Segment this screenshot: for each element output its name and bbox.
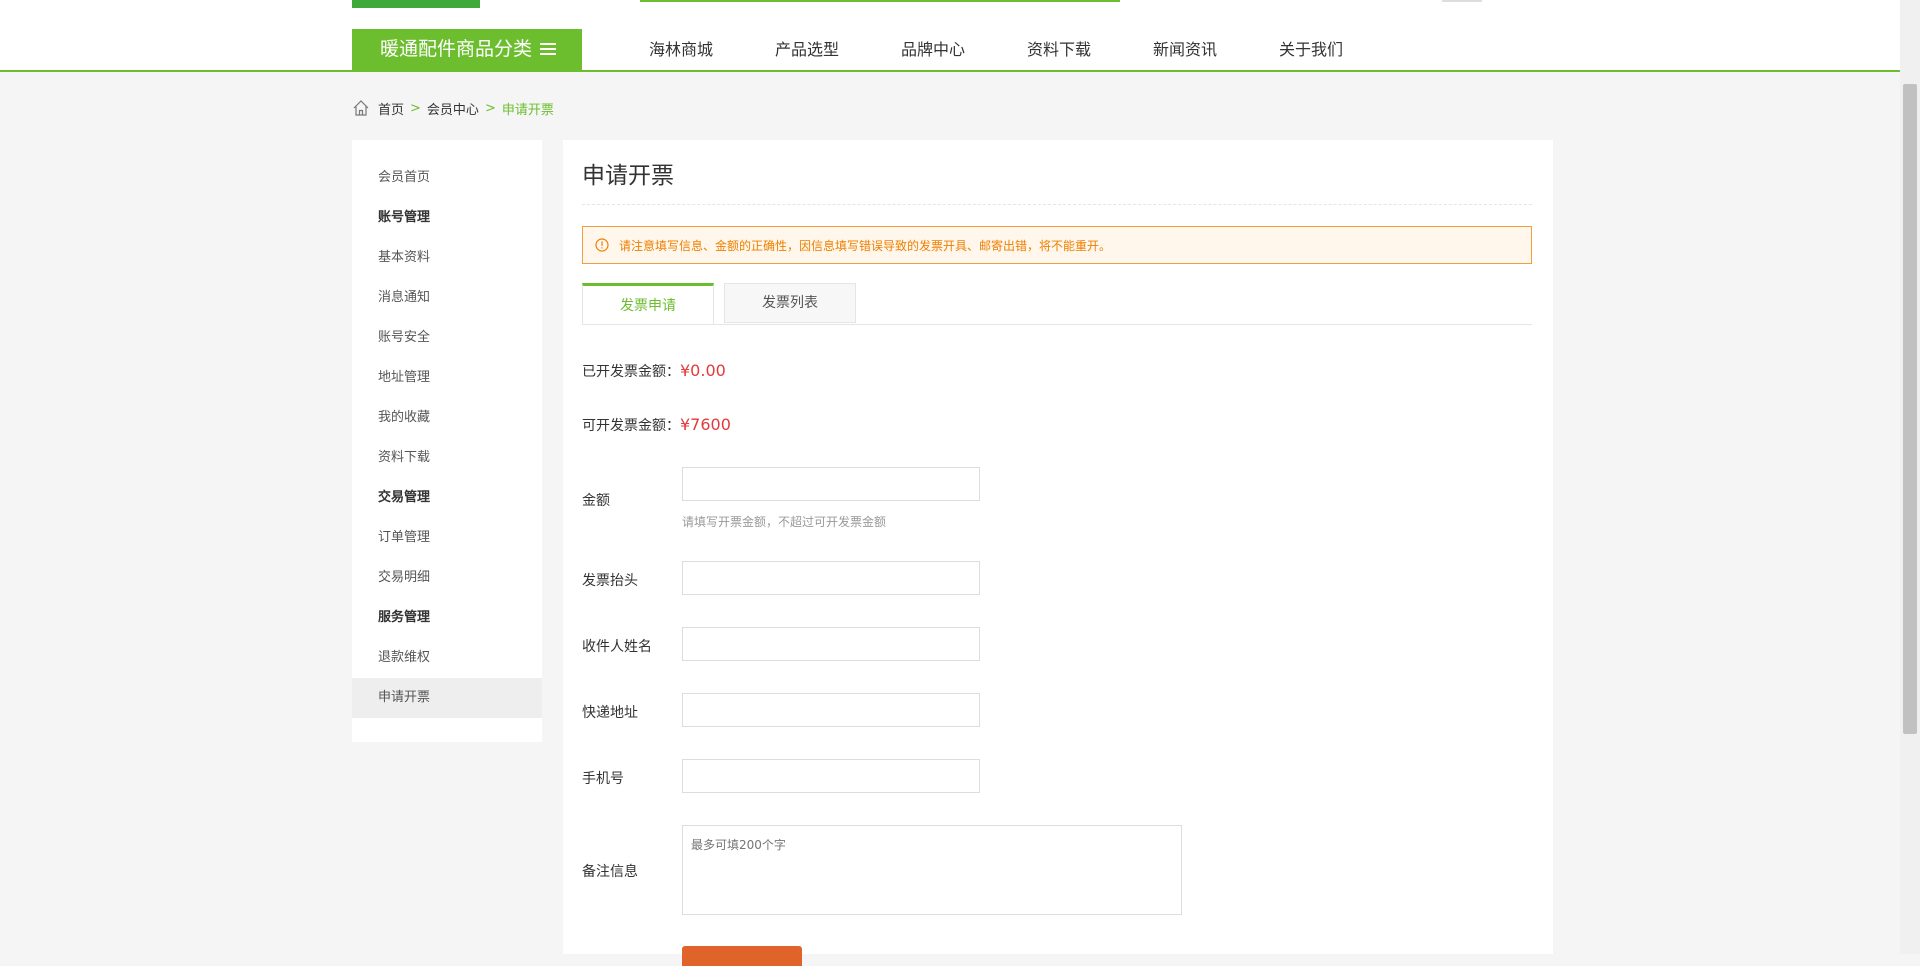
brand-logo[interactable]	[352, 0, 480, 8]
breadcrumb-home[interactable]: 首页	[378, 99, 404, 118]
shipping-address-input[interactable]	[682, 693, 980, 727]
tab-invoice-list[interactable]: 发票列表	[724, 283, 856, 323]
title-divider	[582, 204, 1532, 205]
breadcrumb-member-center[interactable]: 会员中心	[427, 99, 479, 118]
invoice-title-input[interactable]	[682, 561, 980, 595]
main-nav: 海林商城 产品选型 品牌中心 资料下载 新闻资讯 关于我们	[618, 29, 1374, 70]
amount-hint: 请填写开票金额，不超过可开发票金额	[682, 515, 887, 529]
sidebar-item-invoice[interactable]: 申请开票	[352, 678, 542, 718]
nav-item-news[interactable]: 新闻资讯	[1122, 29, 1248, 70]
sidebar-item-profile[interactable]: 基本资料	[352, 238, 542, 278]
available-amount-label: 可开发票金额：	[582, 418, 680, 434]
issued-amount-label: 已开发票金额：	[582, 364, 680, 380]
search-box-edge[interactable]	[640, 0, 1060, 2]
sidebar-item-orders[interactable]: 订单管理	[352, 518, 542, 558]
sidebar-item-notifications[interactable]: 消息通知	[352, 278, 542, 318]
sidebar-heading-account: 账号管理	[378, 210, 431, 225]
notice-text: 请注意填写信息、金额的正确性，因信息填写错误导致的发票开具、邮寄出错，将不能重开…	[619, 238, 1112, 253]
sidebar-heading-service: 服务管理	[378, 610, 431, 625]
remark-label: 备注信息	[582, 864, 638, 880]
sidebar-item-refunds[interactable]: 退款维权	[352, 638, 542, 678]
amount-input[interactable]	[682, 467, 980, 501]
breadcrumb-current: 申请开票	[501, 102, 554, 118]
category-menu-button[interactable]: 暖通配件商品分类	[352, 29, 582, 70]
issued-amount-value: ¥0.00	[680, 361, 726, 380]
nav-item-brand-center[interactable]: 品牌中心	[870, 29, 996, 70]
invoice-title-label: 发票抬头	[582, 573, 638, 589]
available-amount-row: 可开发票金额：¥7600	[582, 415, 731, 435]
sidebar-item-security[interactable]: 账号安全	[352, 318, 542, 358]
sidebar-item-favorites[interactable]: 我的收藏	[352, 398, 542, 438]
recipient-name-input[interactable]	[682, 627, 980, 661]
breadcrumb-separator: >	[484, 100, 496, 116]
sidebar-item-downloads[interactable]: 资料下载	[352, 438, 542, 478]
page-scrollbar[interactable]	[1900, 0, 1920, 954]
invoice-tabs: 发票申请 发票列表	[582, 283, 1532, 325]
phone-input[interactable]	[682, 759, 980, 793]
warning-icon	[595, 238, 609, 252]
recipient-name-label: 收件人姓名	[582, 639, 652, 655]
sidebar-item-member-home[interactable]: 会员首页	[352, 158, 542, 198]
sidebar-item-address[interactable]: 地址管理	[352, 358, 542, 398]
sidebar-heading-trade: 交易管理	[378, 490, 431, 505]
menu-icon	[540, 43, 556, 55]
home-icon[interactable]	[352, 99, 370, 117]
shipping-address-label: 快递地址	[582, 705, 638, 721]
nav-item-about[interactable]: 关于我们	[1248, 29, 1374, 70]
invoice-panel: 申请开票 请注意填写信息、金额的正确性，因信息填写错误导致的发票开具、邮寄出错，…	[563, 140, 1553, 966]
search-button-edge[interactable]	[1060, 0, 1120, 2]
breadcrumb-separator: >	[410, 100, 421, 116]
category-label: 暖通配件商品分类	[380, 38, 533, 60]
nav-item-downloads[interactable]: 资料下载	[996, 29, 1122, 70]
available-amount-value: ¥7600	[680, 415, 731, 434]
sidebar-item-transactions[interactable]: 交易明细	[352, 558, 542, 598]
member-sidebar: 会员首页 账号管理 基本资料 消息通知 账号安全 地址管理 我的收藏 资料下载 …	[352, 140, 542, 742]
remark-textarea[interactable]	[682, 825, 1182, 915]
page-title: 申请开票	[582, 163, 674, 189]
submit-button[interactable]	[682, 946, 802, 966]
tab-invoice-apply[interactable]: 发票申请	[582, 283, 714, 324]
nav-item-mall[interactable]: 海林商城	[618, 29, 744, 70]
issued-amount-row: 已开发票金额：¥0.00	[582, 361, 726, 381]
amount-label: 金额	[582, 493, 610, 509]
phone-label: 手机号	[582, 771, 624, 787]
top-header: 暖通配件商品分类 海林商城 产品选型 品牌中心 资料下载 新闻资讯 关于我们	[0, 0, 1900, 72]
breadcrumb: 首页 > 会员中心 > 申请开票	[352, 98, 554, 118]
header-mini-element	[1442, 0, 1482, 2]
nav-item-product-selection[interactable]: 产品选型	[744, 29, 870, 70]
notice-banner: 请注意填写信息、金额的正确性，因信息填写错误导致的发票开具、邮寄出错，将不能重开…	[582, 226, 1532, 264]
scrollbar-thumb[interactable]	[1903, 84, 1917, 734]
